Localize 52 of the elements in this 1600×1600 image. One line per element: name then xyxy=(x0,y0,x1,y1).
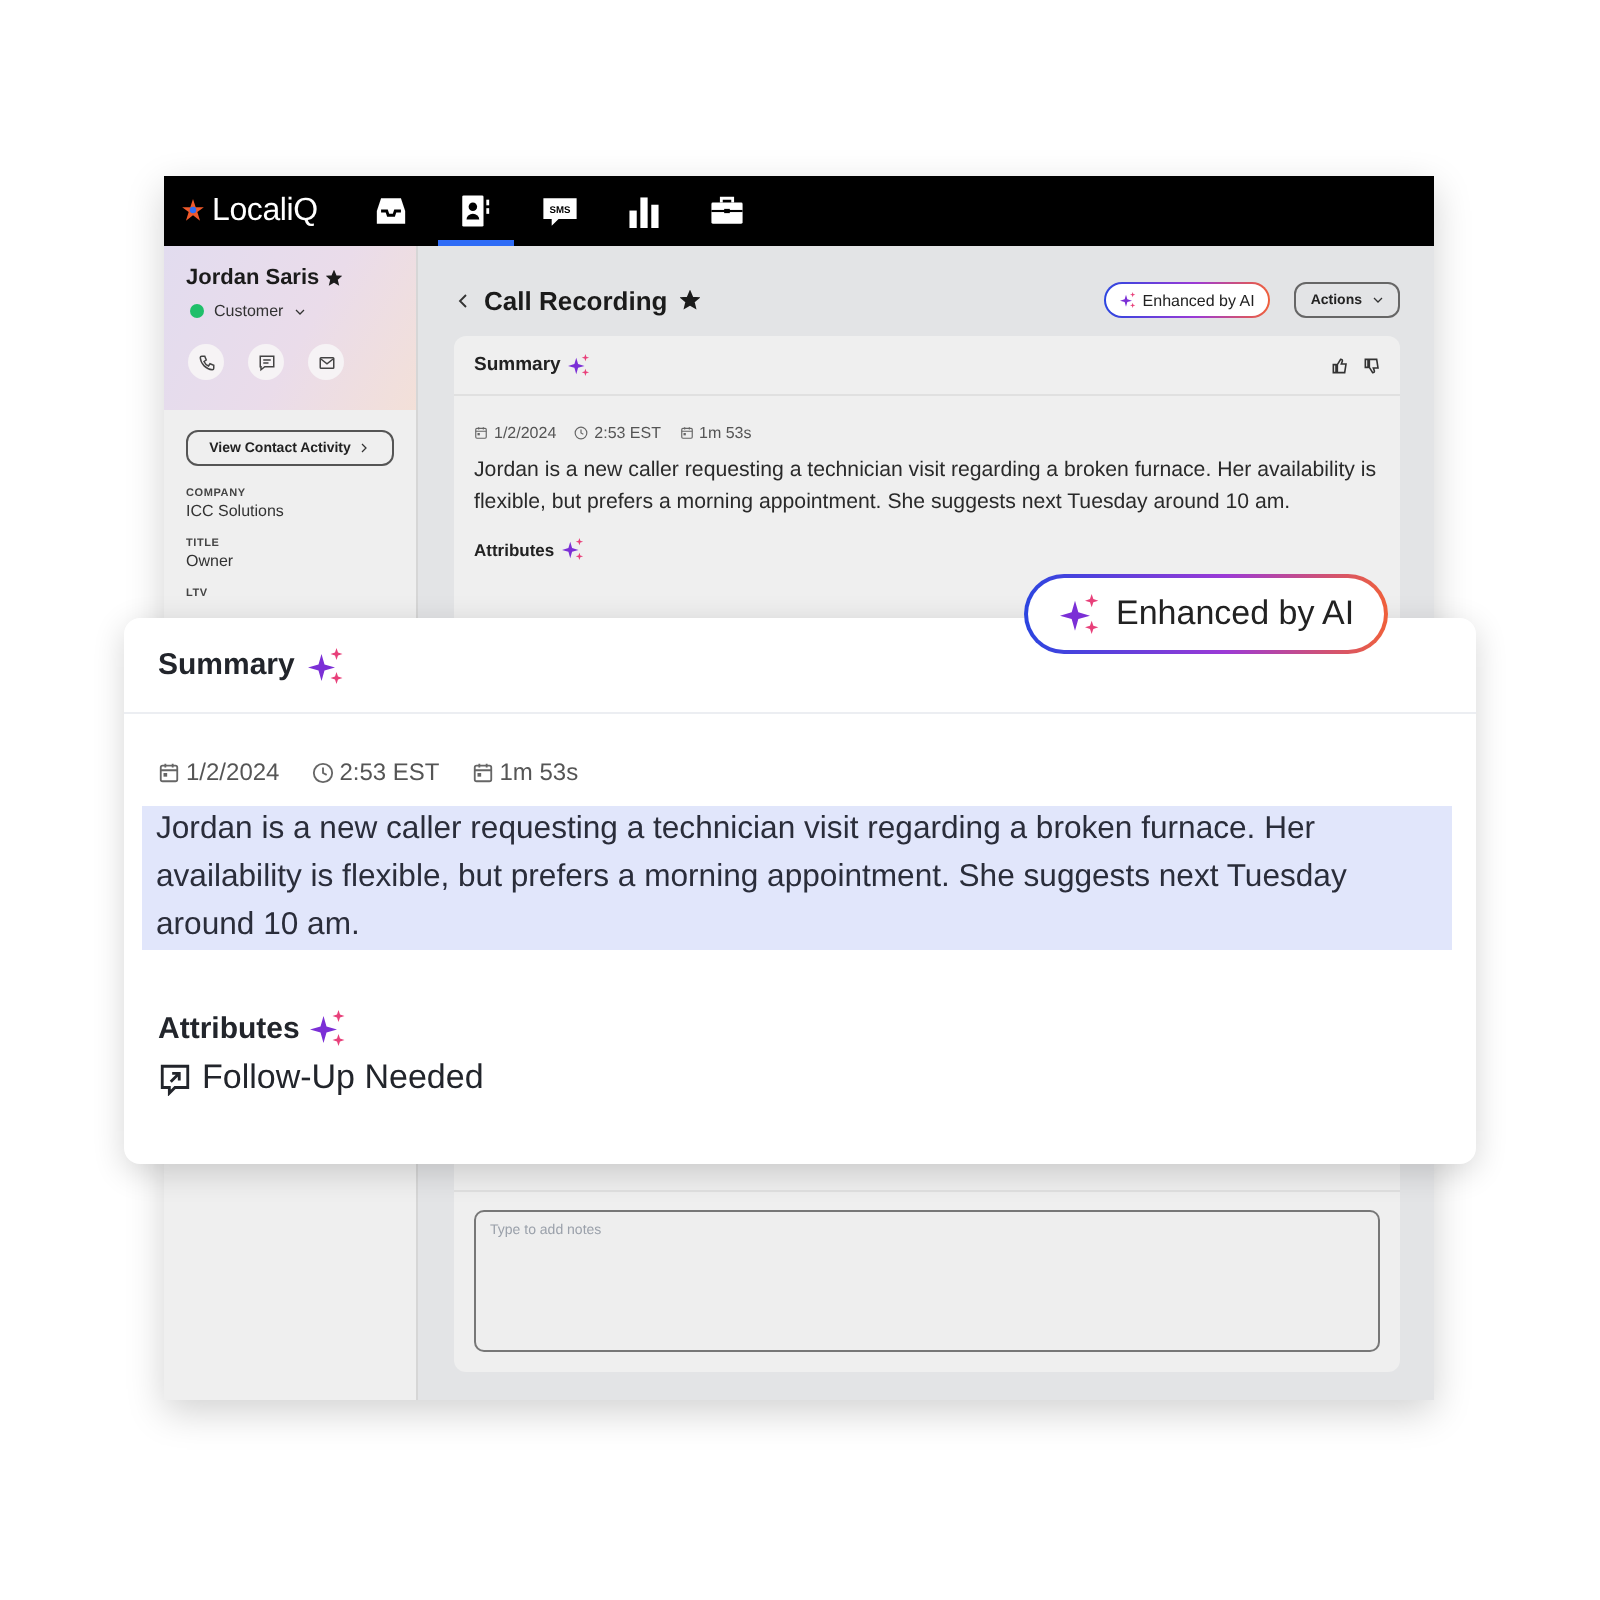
attributes-title: Attributes xyxy=(474,539,555,559)
contact-action-button[interactable] xyxy=(188,344,224,380)
page-title: Call Recording xyxy=(484,285,668,315)
contact-card-icon xyxy=(460,194,491,228)
attributes-title: Attributes xyxy=(158,1011,300,1045)
phone-icon xyxy=(197,353,215,371)
back-icon xyxy=(454,291,472,309)
calendar-icon xyxy=(679,426,693,440)
sparkle-icon xyxy=(309,1010,346,1046)
chevron-icon xyxy=(293,305,306,317)
logo-icon xyxy=(180,198,206,224)
call-duration: 1m 53s xyxy=(699,424,752,442)
summary-text: Jordan is a new caller requesting a technician visit regarding a broken furnace. Her availability is flexible, but prefers a morning appointment. She suggests next Tuesday around 10 am. xyxy=(474,456,1379,518)
star-icon xyxy=(325,270,342,286)
attribute-label: Follow-Up Needed xyxy=(202,1058,484,1098)
call-date: 1/2/2024 xyxy=(494,424,557,442)
follow-up-icon xyxy=(158,1061,192,1095)
calendar-icon xyxy=(158,761,180,783)
briefcase-icon xyxy=(710,196,745,226)
sparkle-icon xyxy=(1060,594,1100,634)
field-value: ICC Solutions xyxy=(186,502,286,520)
calendar-icon xyxy=(474,426,488,440)
call-duration: 1m 53s xyxy=(499,758,579,786)
ai-badge: Enhanced by AI xyxy=(1104,282,1271,318)
clock-icon xyxy=(574,426,589,440)
contact-action-button[interactable] xyxy=(308,344,344,380)
field-value: Owner xyxy=(186,552,236,570)
call-date: 1/2/2024 xyxy=(186,758,280,786)
card-title: Summary xyxy=(158,648,295,682)
mail-icon xyxy=(317,353,335,371)
message-icon xyxy=(257,353,275,371)
chevron-icon xyxy=(1372,294,1384,306)
chevron-icon xyxy=(358,442,371,454)
sparkle-icon xyxy=(562,538,585,560)
sparkle-icon xyxy=(568,354,591,376)
highlighted-summary-text: Jordan is a new caller requesting a technician visit regarding a broken furnace. Her availability is flexible, but prefers a morning appointment. She suggests next Tuesday around 10 am. xyxy=(142,806,1452,950)
card-title: Summary xyxy=(474,354,561,376)
call-time: 2:53 EST xyxy=(594,424,661,442)
status-label: Customer xyxy=(214,302,284,320)
contact-action-button[interactable] xyxy=(248,344,284,380)
bar-chart-icon xyxy=(627,195,660,227)
thumbs-up-icon[interactable] xyxy=(1332,357,1348,373)
inbox-icon xyxy=(374,196,409,226)
sparkle-icon xyxy=(1120,292,1137,308)
calendar-icon xyxy=(471,761,494,783)
contact-name: Jordan Saris xyxy=(186,266,320,290)
clock-icon xyxy=(311,761,334,783)
logo-text: LocaliQ xyxy=(212,193,318,229)
sparkle-icon xyxy=(308,647,345,683)
thumbs-down-icon[interactable] xyxy=(1364,357,1380,373)
call-time: 2:53 EST xyxy=(339,758,440,786)
star-icon xyxy=(679,290,700,310)
